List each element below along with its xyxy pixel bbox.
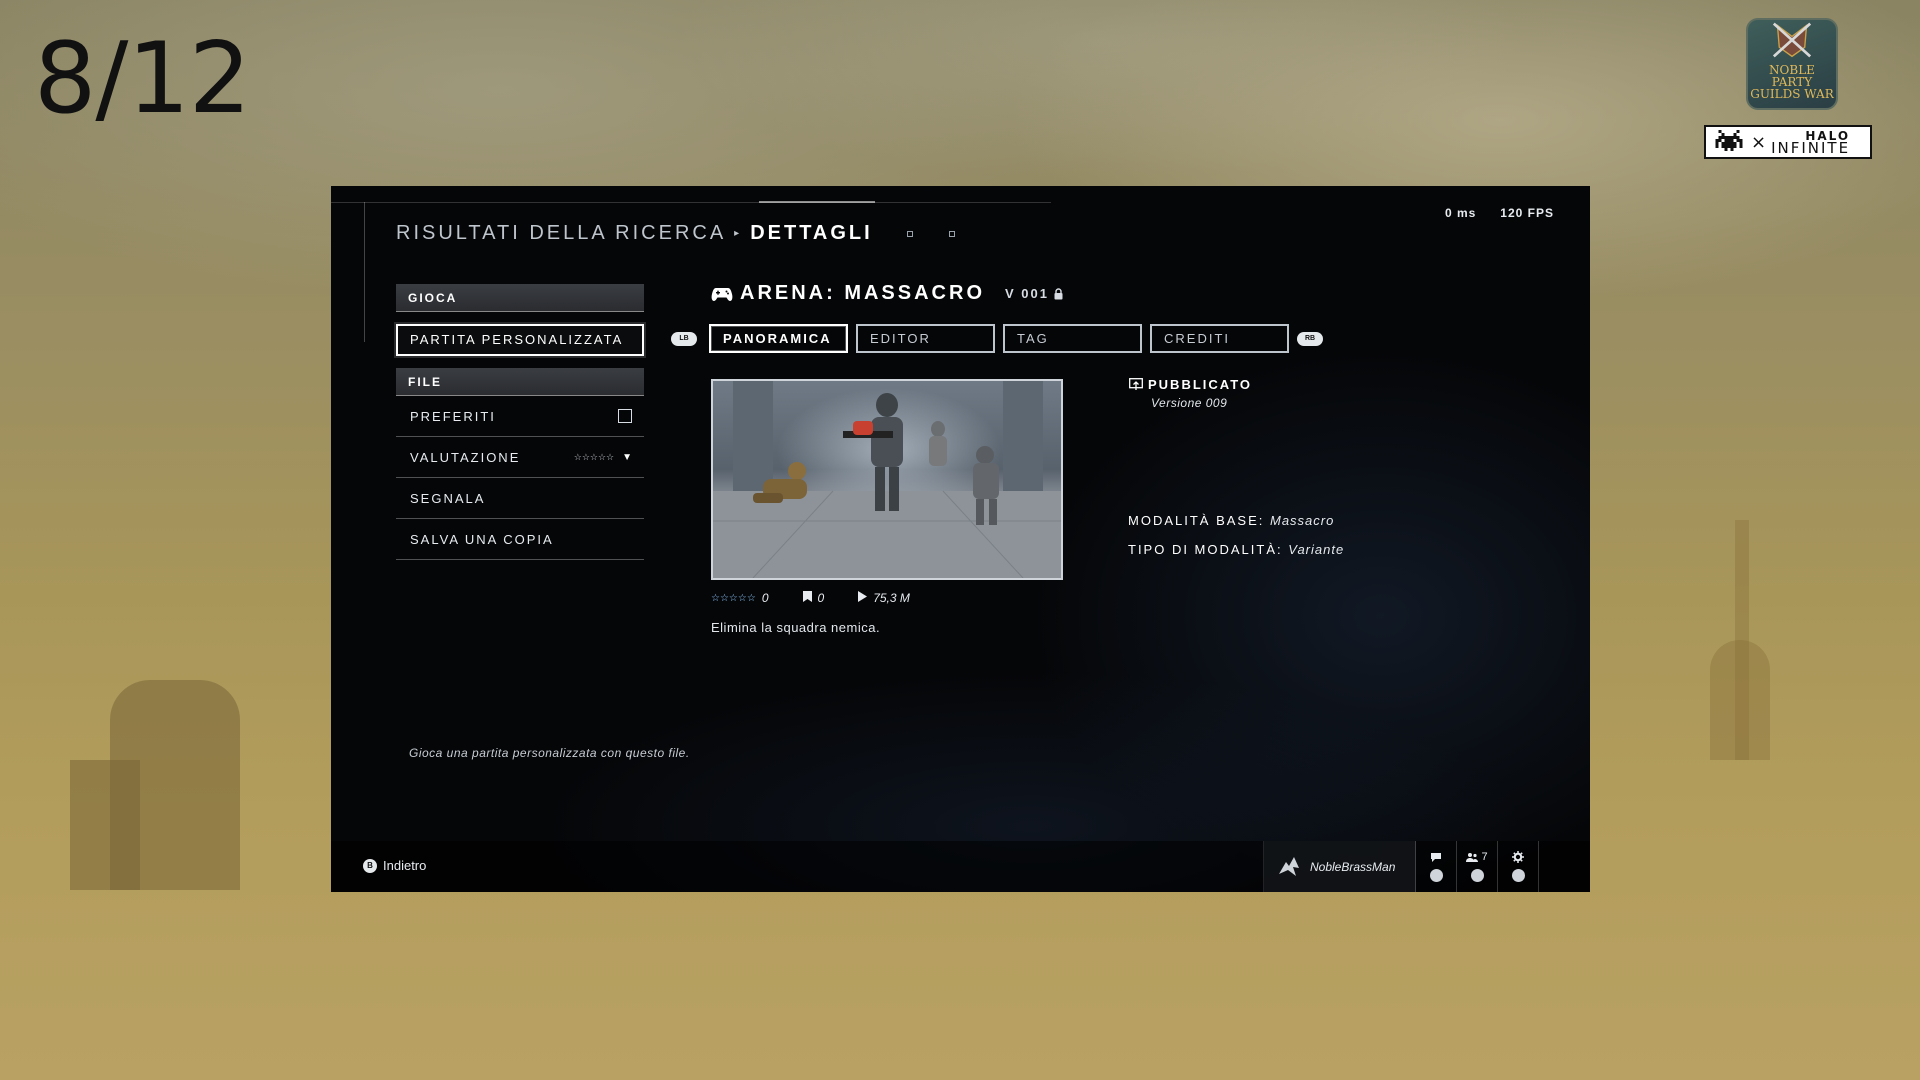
published-label: PUBBLICATO [1148,377,1253,392]
friends-count: 7 [1481,851,1488,863]
chat-button[interactable] [1416,841,1457,892]
friends-icon [1466,853,1479,862]
slide-counter: 8/12 [34,22,251,136]
save-copy-label: SALVA UNA COPIA [410,531,554,547]
frame-line [364,202,365,342]
favorites-item[interactable]: PREFERITI [396,396,644,437]
breadcrumb-parent[interactable]: RISULTATI DELLA RICERCA [396,222,726,245]
guild-logo-line1: NOBLE PARTY [1769,63,1815,89]
mode-name: ARENA: MASSACRO [740,282,985,304]
rating-label: VALUTAZIONE [410,449,521,465]
space-invader-icon [1715,130,1743,151]
background-spire [1710,640,1770,760]
mode-type-value: Variante [1288,542,1345,557]
chevron-down-icon: ▼ [622,451,632,463]
page-indicator [906,230,955,237]
latency: 0 ms [1444,206,1477,220]
b-button-icon: B [363,858,377,873]
header-divider [331,202,1051,203]
tab-credits[interactable]: CREDITI [1150,324,1289,353]
rb-bumper-icon[interactable]: RB [1297,331,1323,346]
crossed-swords-icon [1772,22,1812,58]
guild-logo-line2: GUILDS WAR [1750,87,1834,101]
mode-info: MODALITÀ BASE: Massacro TIPO DI MODALITÀ… [1128,506,1344,564]
header-divider-highlight [759,201,875,203]
friends-button[interactable]: 7 [1457,841,1498,892]
mode-description: Elimina la squadra nemica. [711,620,881,635]
dragon-emblem-icon [1279,856,1299,876]
tab-tags[interactable]: TAG [1003,324,1142,353]
rating-stars-display: ☆☆☆☆☆ [711,592,756,604]
button-hint-icon [1429,868,1443,882]
player-card[interactable]: NobleBrassMan [1264,841,1416,892]
rating-stars: ☆☆☆☆☆ [573,451,615,462]
controller-icon [711,287,733,301]
mode-type-label: TIPO DI MODALITÀ: [1128,542,1283,557]
favorites-checkbox[interactable] [618,409,632,423]
button-hint-icon [1511,869,1525,882]
base-mode-label: MODALITÀ BASE: [1128,513,1265,528]
bookmark-icon [802,591,812,605]
breadcrumb-separator-icon: ▸ [734,228,743,239]
lb-bumper-icon[interactable]: LB [671,331,697,346]
published-version: Versione 009 [1151,396,1228,410]
play-icon [858,591,868,605]
back-button[interactable]: B Indietro [363,858,426,873]
section-header-file: FILE [396,368,644,396]
favorites-label: PREFERITI [410,408,496,424]
spartans-scene [713,381,1061,578]
page-dot [906,230,913,237]
performance-readout: 0 ms 120 FPS [1445,206,1554,220]
mode-title: ARENA: MASSACRO V 001 [711,282,1064,305]
rating-count: 0 [761,591,769,605]
button-hint-icon [1470,869,1484,882]
details-tabs: LB PANORAMICA EDITOR TAG CREDITI RB [671,324,1323,353]
report-item[interactable]: SEGNALA [396,478,644,519]
tab-editor[interactable]: EDITOR [856,324,995,353]
breadcrumb: RISULTATI DELLA RICERCA ▸ DETTAGLI [396,222,955,245]
action-hint: Gioca una partita personalizzata con que… [409,746,690,760]
username: NobleBrassMan [1310,859,1396,874]
collab-x: × [1751,131,1767,153]
action-menu: GIOCA PARTITA PERSONALIZZATA FILE PREFER… [396,284,644,560]
rating-dropdown[interactable]: ☆☆☆☆☆ ▼ [574,452,632,463]
version-number: V 001 [1005,286,1049,301]
breadcrumb-current: DETTAGLI [750,222,873,244]
published-info: PUBBLICATO Versione 009 [1129,377,1252,410]
bottom-bar: B Indietro NobleBrassMan 7 [331,841,1590,892]
bookmark-count: 0 [817,591,825,605]
rating-item[interactable]: VALUTAZIONE ☆☆☆☆☆ ▼ [396,437,644,478]
base-mode-value: Massacro [1270,513,1335,528]
save-copy-item[interactable]: SALVA UNA COPIA [396,519,644,560]
upload-icon [1129,378,1143,390]
tab-overview[interactable]: PANORAMICA [709,324,848,353]
guild-logo: NOBLE PARTY GUILDS WAR [1746,18,1838,110]
fps: 120 FPS [1500,206,1554,220]
page-dot [948,230,955,237]
game-window: RISULTATI DELLA RICERCA ▸ DETTAGLI 0 ms … [331,186,1590,892]
chat-icon [1431,852,1441,862]
mode-stats: ☆☆☆☆☆ 0 0 75,3 M [711,591,910,605]
gear-icon [1512,851,1524,863]
infinite-wordmark: INFINITE [1771,139,1851,157]
report-label: SEGNALA [410,490,486,506]
settings-button[interactable] [1498,841,1539,892]
collab-badge: × HALO INFINITE [1704,125,1872,159]
section-header-play: GIOCA [396,284,644,312]
mode-thumbnail [711,379,1063,580]
version-label: V 001 [1005,286,1064,301]
user-tray: NobleBrassMan 7 [1263,841,1539,892]
lock-icon [1054,287,1063,299]
custom-game-button[interactable]: PARTITA PERSONALIZZATA [396,324,644,356]
background-ruin [70,760,140,890]
back-label: Indietro [383,858,427,873]
play-count: 75,3 M [873,591,910,605]
